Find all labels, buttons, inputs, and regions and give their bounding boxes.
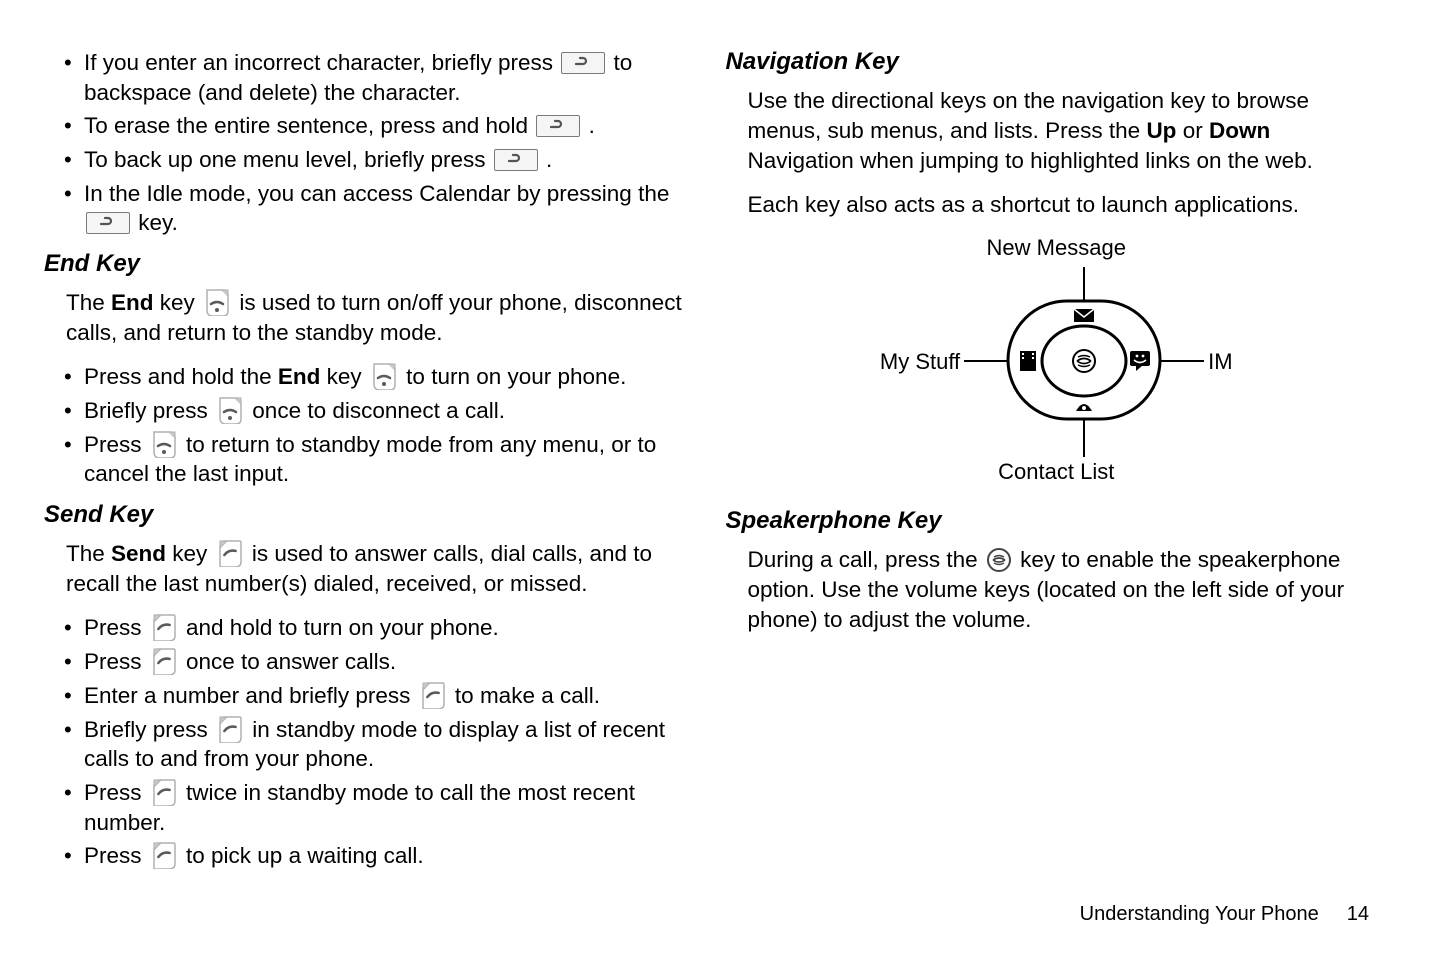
text: Press [84, 649, 148, 674]
text: to pick up a waiting call. [180, 843, 424, 868]
text: key. [138, 210, 178, 235]
list-item: Briefly press once to disconnect a call. [84, 396, 688, 426]
list-item: To back up one menu level, briefly press… [84, 145, 688, 175]
send-key-icon [150, 778, 178, 806]
end-key-icon [203, 288, 231, 316]
back-key-icon [494, 149, 538, 171]
text: Press [84, 843, 148, 868]
nav-key-graphic [964, 267, 1204, 457]
nav-label-top: New Message [987, 235, 1126, 261]
navigation-key-para2: Each key also acts as a shortcut to laun… [748, 190, 1370, 220]
list-item: Briefly press in standby mode to display… [84, 715, 688, 774]
text: . [589, 113, 595, 138]
text-bold: Send [111, 541, 166, 566]
send-key-bullets: Press and hold to turn on your phone. Pr… [62, 613, 688, 871]
navigation-key-diagram: New Message My Stuff [744, 235, 1370, 485]
list-item: If you enter an incorrect character, bri… [84, 48, 688, 107]
send-key-icon [150, 841, 178, 869]
text: key [166, 541, 214, 566]
footer-section: Understanding Your Phone [1080, 903, 1319, 926]
list-item: Press to return to standby mode from any… [84, 430, 688, 489]
top-bullet-list: If you enter an incorrect character, bri… [62, 48, 688, 238]
list-item: Press to pick up a waiting call. [84, 841, 688, 871]
end-key-icon [216, 396, 244, 424]
end-key-icon [150, 430, 178, 458]
text: Navigation when jumping to highlighted l… [748, 148, 1313, 173]
text-bold: End [278, 364, 321, 389]
list-item: In the Idle mode, you can access Calenda… [84, 179, 688, 238]
text: Enter a number and briefly press [84, 683, 417, 708]
list-item: Press twice in standby mode to call the … [84, 778, 688, 837]
speakerphone-key-heading: Speakerphone Key [726, 507, 1370, 535]
back-key-icon [561, 52, 605, 74]
text: key [154, 290, 202, 315]
list-item: Press and hold to turn on your phone. [84, 613, 688, 643]
nav-label-left: My Stuff [880, 349, 960, 375]
text: Press [84, 780, 148, 805]
end-key-heading: End Key [44, 250, 688, 278]
text: and hold to turn on your phone. [180, 615, 499, 640]
send-key-heading: Send Key [44, 501, 688, 529]
text-bold: Up [1146, 118, 1176, 143]
list-item: Enter a number and briefly press to make… [84, 681, 688, 711]
text: To erase the entire sentence, press and … [84, 113, 534, 138]
text: If you enter an incorrect character, bri… [84, 50, 559, 75]
end-key-intro: The End key is used to turn on/off your … [66, 288, 688, 348]
nav-label-bottom: Contact List [998, 459, 1114, 485]
text-bold: End [111, 290, 154, 315]
text: The [66, 541, 111, 566]
send-key-intro: The Send key is used to answer calls, di… [66, 539, 688, 599]
text: once to disconnect a call. [246, 398, 505, 423]
list-item: Press once to answer calls. [84, 647, 688, 677]
end-key-bullets: Press and hold the End key to turn on yo… [62, 362, 688, 489]
speakerphone-key-para: During a call, press the key to enable t… [748, 545, 1370, 635]
send-key-icon [216, 715, 244, 743]
nav-label-right: IM [1208, 349, 1232, 375]
send-key-icon [216, 539, 244, 567]
text: to turn on your phone. [400, 364, 626, 389]
text: Press [84, 432, 148, 457]
text: Press and hold the [84, 364, 278, 389]
page-footer: Understanding Your Phone 14 [0, 903, 1431, 954]
text: Briefly press [84, 398, 214, 423]
end-key-icon [370, 362, 398, 390]
mystuff-icon [1020, 351, 1036, 371]
navigation-key-heading: Navigation Key [726, 48, 1370, 76]
list-item: Press and hold the End key to turn on yo… [84, 362, 688, 392]
text: to make a call. [449, 683, 600, 708]
text: The [66, 290, 111, 315]
text: key [320, 364, 368, 389]
speaker-icon [987, 548, 1011, 572]
text: once to answer calls. [180, 649, 396, 674]
back-key-icon [86, 212, 130, 234]
text-bold: Down [1209, 118, 1270, 143]
text: . [546, 147, 552, 172]
send-key-icon [150, 647, 178, 675]
send-key-icon [419, 681, 447, 709]
navigation-key-para1: Use the directional keys on the navigati… [748, 86, 1370, 176]
text: In the Idle mode, you can access Calenda… [84, 181, 669, 206]
send-key-icon [150, 613, 178, 641]
text: Press [84, 615, 148, 640]
envelope-icon [1074, 309, 1094, 322]
text: During a call, press the [748, 547, 984, 572]
text: To back up one menu level, briefly press [84, 147, 492, 172]
footer-page-number: 14 [1347, 903, 1369, 926]
back-key-icon [536, 115, 580, 137]
list-item: To erase the entire sentence, press and … [84, 111, 688, 141]
text: or [1176, 118, 1209, 143]
text: Briefly press [84, 717, 214, 742]
